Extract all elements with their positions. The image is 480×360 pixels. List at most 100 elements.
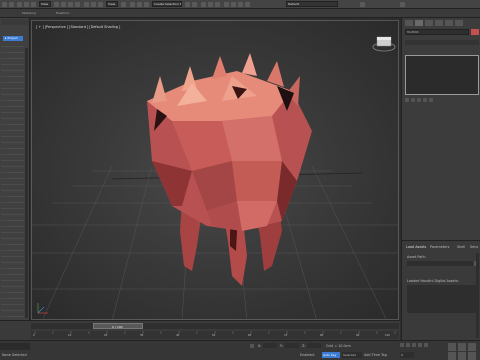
list-item[interactable] <box>1 174 24 179</box>
named-selection-sets-dropdown[interactable]: Create Selection Set <box>152 1 182 7</box>
list-item[interactable] <box>1 72 24 77</box>
list-item[interactable] <box>1 48 24 53</box>
list-item[interactable] <box>1 84 24 89</box>
time-slider-thumb[interactable]: 0 / 100 <box>93 323 143 329</box>
motion-tab-icon[interactable] <box>435 20 443 26</box>
list-item[interactable] <box>1 120 24 125</box>
layer-explorer-icon[interactable] <box>201 2 206 7</box>
window-crossing-icon[interactable] <box>75 2 80 7</box>
snaps-toggle-icon[interactable] <box>130 2 135 7</box>
list-item[interactable] <box>1 102 24 107</box>
list-item[interactable] <box>1 306 24 311</box>
list-item[interactable] <box>1 156 24 161</box>
list-item[interactable] <box>1 108 24 113</box>
panel-scrollbar[interactable] <box>476 253 479 338</box>
maxscript-listener[interactable] <box>0 343 30 350</box>
go-to-end-icon[interactable] <box>424 343 428 347</box>
mirror-icon[interactable] <box>185 2 190 7</box>
curve-editor-icon[interactable] <box>208 2 213 7</box>
list-item[interactable] <box>1 234 24 239</box>
remove-modifier-icon[interactable] <box>423 98 427 102</box>
list-item[interactable] <box>1 288 24 293</box>
scene-explorer-scrollbar[interactable] <box>25 48 28 318</box>
list-item[interactable] <box>1 300 24 305</box>
modify-tab-icon[interactable] <box>415 20 423 26</box>
loaded-assets-list[interactable] <box>407 285 479 313</box>
link-icon[interactable] <box>17 2 22 7</box>
modifier-stack[interactable] <box>405 55 479 95</box>
list-item[interactable] <box>1 228 24 233</box>
object-color-swatch[interactable] <box>471 29 479 35</box>
field-of-view-icon[interactable] <box>448 352 456 360</box>
list-item[interactable] <box>1 168 24 173</box>
go-to-start-icon[interactable] <box>400 343 404 347</box>
angle-snap-icon[interactable] <box>137 2 142 7</box>
misc-tab[interactable]: Sens <box>470 245 478 249</box>
move-icon[interactable] <box>84 2 89 7</box>
list-item[interactable] <box>1 270 24 275</box>
render-icon[interactable] <box>245 2 250 7</box>
ribbon-tab-modeling[interactable]: Modeling <box>22 11 36 15</box>
configure-modifier-sets-icon[interactable] <box>429 98 433 102</box>
list-item[interactable] <box>1 90 24 95</box>
rotate-icon[interactable] <box>91 2 96 7</box>
perspective-viewport[interactable]: [ + ] [Perspective ] [Standard ] [Defaul… <box>31 20 399 320</box>
list-item[interactable] <box>1 42 24 47</box>
y-coordinate-field[interactable] <box>285 343 299 348</box>
modifier-list-dropdown[interactable] <box>405 40 479 45</box>
pivot-point-icon[interactable] <box>121 2 126 7</box>
list-item[interactable] <box>1 78 24 83</box>
list-item[interactable] <box>1 180 24 185</box>
list-item[interactable] <box>1 192 24 197</box>
show-end-result-icon[interactable] <box>411 98 415 102</box>
display-tab-icon[interactable] <box>445 20 453 26</box>
list-item[interactable] <box>1 264 24 269</box>
schematic-view-icon[interactable] <box>215 2 220 7</box>
scale-icon[interactable] <box>98 2 103 7</box>
sign-in-icon[interactable] <box>360 2 365 7</box>
align-icon[interactable] <box>192 2 197 7</box>
ribbon-tab-freeform[interactable]: Freeform <box>56 11 69 15</box>
list-item[interactable] <box>1 96 24 101</box>
unlink-icon[interactable] <box>24 2 29 7</box>
rendered-frame-icon[interactable] <box>238 2 243 7</box>
list-item[interactable] <box>1 216 24 221</box>
list-item[interactable] <box>1 114 24 119</box>
viewcube-icon[interactable] <box>372 36 396 52</box>
tooth-model[interactable] <box>147 53 312 286</box>
list-item[interactable] <box>1 144 24 149</box>
track-bar[interactable]: 0 10 20 30 40 50 60 70 80 90 100 <box>31 331 399 339</box>
time-slider-track[interactable]: 0 / 100 <box>31 323 399 329</box>
object-name-field[interactable]: Tooth01 <box>405 29 469 35</box>
zoom-all-icon[interactable] <box>458 343 466 351</box>
list-item[interactable] <box>1 246 24 251</box>
parameters-tab[interactable]: Parameters <box>430 245 449 249</box>
list-item[interactable] <box>1 312 24 317</box>
redo-icon[interactable] <box>9 2 14 7</box>
play-icon[interactable] <box>412 343 416 347</box>
z-coordinate-field[interactable] <box>307 343 321 348</box>
hierarchy-tab-icon[interactable] <box>425 20 433 26</box>
next-frame-icon[interactable] <box>418 343 422 347</box>
material-editor-icon[interactable] <box>224 2 229 7</box>
zoom-icon[interactable] <box>448 343 456 351</box>
selection-filter-dropdown[interactable]: View <box>39 1 51 7</box>
auto-key-button[interactable]: Auto Key <box>322 352 340 358</box>
x-coordinate-field[interactable] <box>263 343 277 348</box>
make-unique-icon[interactable] <box>417 98 421 102</box>
list-item[interactable] <box>1 204 24 209</box>
asset-path-input[interactable] <box>407 261 473 266</box>
previous-frame-icon[interactable] <box>406 343 410 347</box>
list-item[interactable] <box>1 162 24 167</box>
load-assets-tab[interactable]: Load Assets <box>406 245 426 249</box>
rectangular-selection-icon[interactable] <box>68 2 73 7</box>
pan-view-icon[interactable] <box>458 352 466 360</box>
list-item[interactable] <box>1 126 24 131</box>
list-item[interactable] <box>1 198 24 203</box>
select-object-icon[interactable] <box>54 2 59 7</box>
bind-space-warp-icon[interactable] <box>31 2 36 7</box>
list-item[interactable] <box>1 60 24 65</box>
selected-dropdown[interactable]: Selected <box>342 352 362 358</box>
pin-stack-icon[interactable] <box>405 98 409 102</box>
help-icon[interactable] <box>400 2 405 7</box>
